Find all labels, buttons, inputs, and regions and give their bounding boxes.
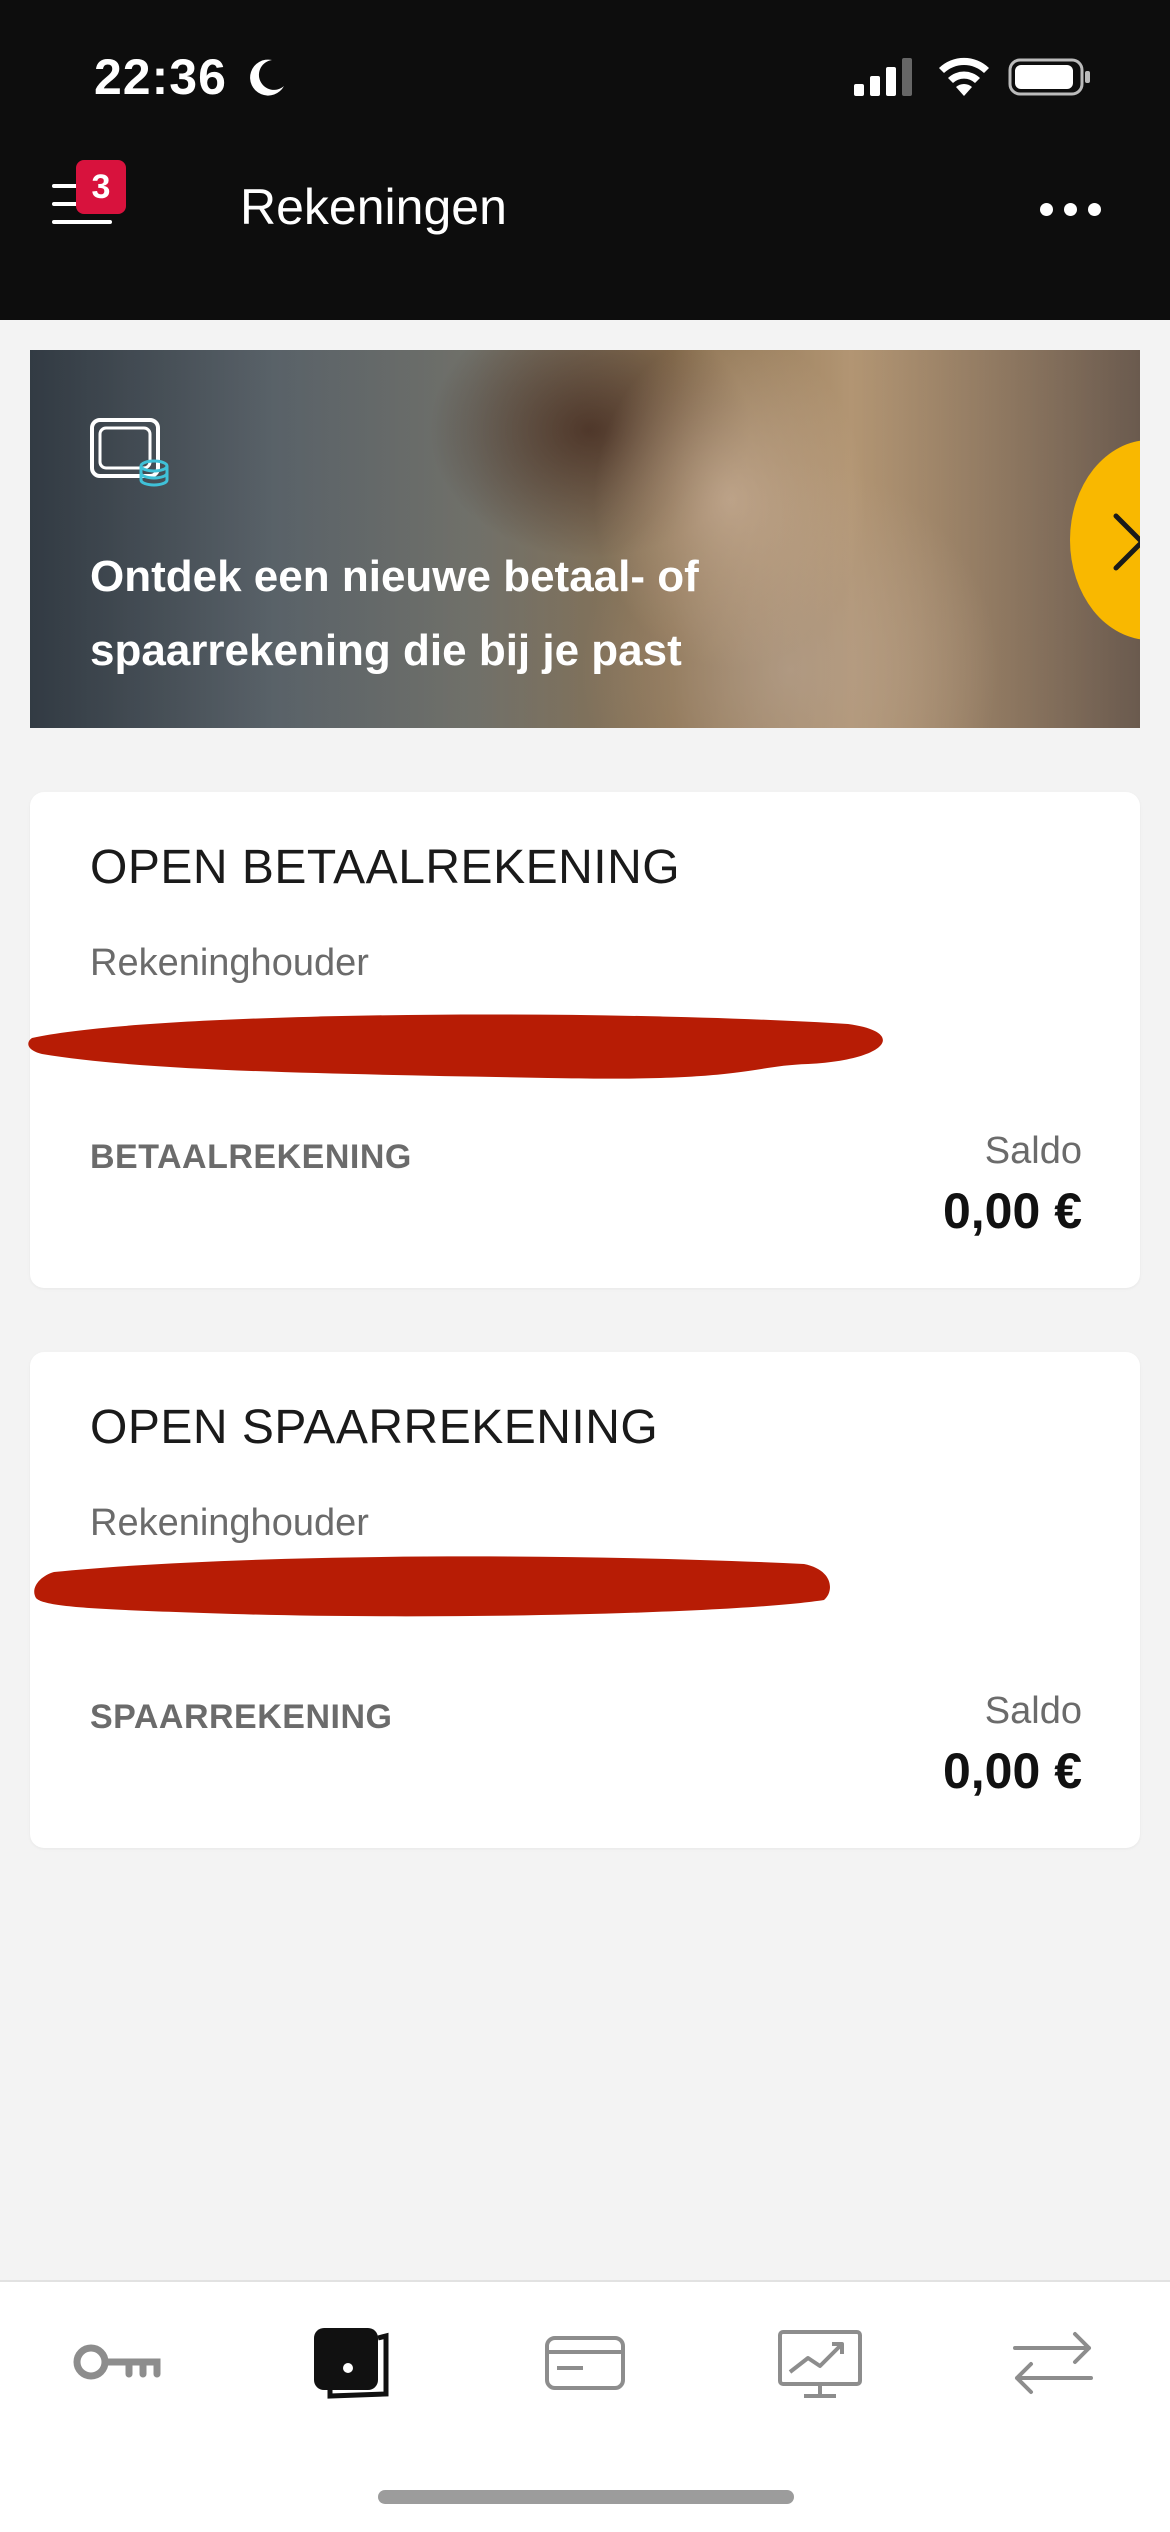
banner-text: Ontdek een nieuwe betaal- of spaarrekeni… [90,552,699,675]
more-options-button[interactable] [1036,194,1106,224]
promo-banner[interactable]: Ontdek een nieuwe betaal- of spaarrekeni… [30,350,1140,728]
saldo-label: Saldo [984,1130,1082,1172]
top-bar: 22:36 3 Rekeningen [0,0,1170,320]
dot [1064,203,1077,216]
account-type: BETAALREKENING [90,1138,412,1176]
wallet-icon[interactable] [290,2312,410,2412]
redaction-mark [28,1014,883,1079]
key-icon[interactable] [57,2312,177,2412]
account-title: OPEN SPAARREKENING [90,1401,659,1454]
chevron-right-icon [1113,513,1140,571]
account-type: SPAARREKENING [90,1698,393,1736]
redaction-mark [34,1556,830,1617]
account-card-betaalrekening[interactable]: OPEN BETAALREKENING Rekeninghouder BETAA… [28,792,1140,1288]
menu-line [52,220,112,224]
moon-icon [250,59,284,96]
account-card-spaarrekening[interactable]: OPEN SPAARREKENING Rekeninghouder SPAARR… [30,1352,1140,1848]
notification-badge[interactable]: 3 [76,160,126,214]
dot [1088,203,1101,216]
account-holder-label: Rekeninghouder [90,1502,369,1544]
home-indicator [378,2490,794,2504]
account-holder-label: Rekeninghouder [90,942,369,984]
account-title: OPEN BETAALREKENING [90,841,681,894]
accounts-icon [90,418,169,487]
wifi-icon [939,57,989,96]
investments-icon[interactable] [760,2312,880,2412]
saldo-label: Saldo [984,1690,1082,1732]
battery-icon [1008,58,1090,96]
status-time: 22:36 [94,49,227,105]
saldo-value: 0,00 € [942,1743,1082,1799]
dot [1040,203,1053,216]
transfer-icon[interactable] [993,2312,1113,2412]
card-icon[interactable] [525,2312,645,2412]
signal-icon [854,58,912,96]
page-title: Rekeningen [240,179,507,235]
saldo-value: 0,00 € [942,1183,1082,1239]
